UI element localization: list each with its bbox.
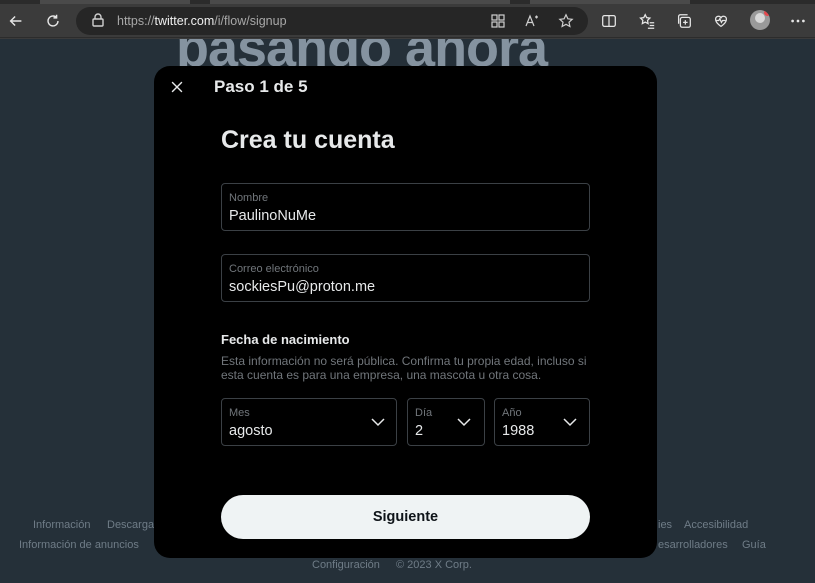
footer-link-ads-info[interactable]: Información de anuncios bbox=[19, 539, 139, 551]
collections-icon[interactable] bbox=[672, 9, 696, 33]
favorites-icon[interactable] bbox=[635, 9, 659, 33]
name-label: Nombre bbox=[229, 192, 269, 204]
footer-link-accessibility[interactable]: Accesibilidad bbox=[684, 519, 748, 531]
chevron-down-icon bbox=[563, 418, 577, 427]
page-title: Crea tu cuenta bbox=[221, 126, 395, 154]
footer-copyright: © 2023 X Corp. bbox=[396, 559, 472, 571]
favorite-star-icon[interactable] bbox=[557, 12, 575, 30]
chevron-down-icon bbox=[371, 418, 385, 427]
footer-link-guide[interactable]: Guía bbox=[742, 539, 766, 551]
email-field[interactable]: Correo electrónico sockiesPu@proton.me bbox=[221, 254, 590, 302]
day-select[interactable]: Día 2 bbox=[407, 398, 485, 446]
back-icon[interactable] bbox=[4, 9, 28, 33]
more-icon[interactable] bbox=[786, 9, 810, 33]
email-label: Correo electrónico bbox=[229, 263, 319, 275]
footer-link-developers[interactable]: esarrolladores bbox=[658, 539, 728, 551]
day-value: 2 bbox=[415, 423, 424, 439]
notification-dot bbox=[764, 10, 770, 16]
lock-icon[interactable] bbox=[90, 12, 106, 28]
url-text[interactable]: https://twitter.com/i/flow/signup bbox=[117, 14, 287, 28]
month-select[interactable]: Mes agosto bbox=[221, 398, 397, 446]
dob-heading: Fecha de nacimiento bbox=[221, 332, 350, 347]
step-indicator: Paso 1 de 5 bbox=[214, 77, 308, 96]
read-aloud-icon[interactable] bbox=[523, 12, 541, 30]
browser-toolbar: https://twitter.com/i/flow/signup bbox=[0, 4, 815, 38]
next-button[interactable]: Siguiente bbox=[221, 495, 590, 539]
footer-link-download[interactable]: Descarga bbox=[107, 519, 154, 531]
name-value[interactable]: PaulinoNuMe bbox=[229, 208, 316, 224]
year-value: 1988 bbox=[502, 423, 535, 439]
footer-link-cookies[interactable]: ies bbox=[658, 519, 672, 531]
day-label: Día bbox=[415, 407, 433, 419]
address-bar[interactable]: https://twitter.com/i/flow/signup bbox=[76, 7, 588, 35]
dob-description: Esta información no será pública. Confir… bbox=[221, 354, 587, 382]
chevron-down-icon bbox=[457, 418, 471, 427]
close-icon[interactable] bbox=[166, 76, 188, 98]
footer-link-info[interactable]: Información bbox=[33, 519, 90, 531]
split-screen-icon[interactable] bbox=[597, 9, 621, 33]
email-value[interactable]: sockiesPu@proton.me bbox=[229, 279, 375, 295]
footer-link-settings[interactable]: Configuración bbox=[312, 559, 380, 571]
year-label: Año bbox=[502, 407, 522, 419]
name-field[interactable]: Nombre PaulinoNuMe bbox=[221, 183, 590, 231]
refresh-icon[interactable] bbox=[41, 9, 65, 33]
month-label: Mes bbox=[229, 407, 250, 419]
signup-modal: Paso 1 de 5 Crea tu cuenta Nombre Paulin… bbox=[154, 66, 657, 558]
profile-avatar[interactable] bbox=[750, 10, 770, 30]
performance-icon[interactable] bbox=[709, 9, 733, 33]
apps-icon[interactable] bbox=[489, 12, 507, 30]
month-value: agosto bbox=[229, 423, 273, 439]
year-select[interactable]: Año 1988 bbox=[494, 398, 590, 446]
